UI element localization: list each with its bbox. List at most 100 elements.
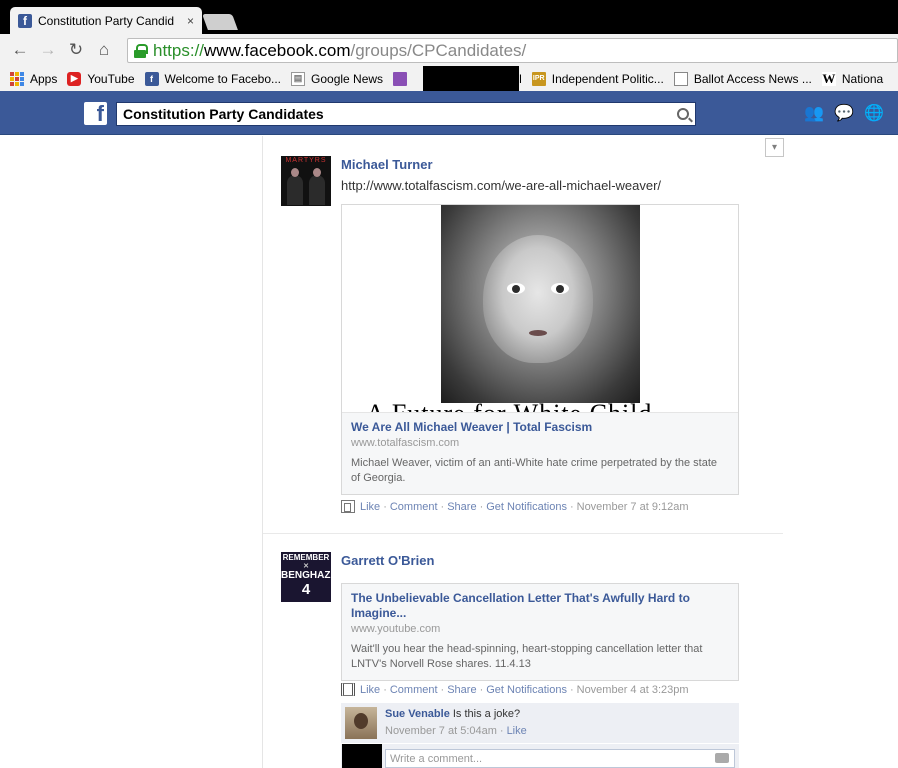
face [483, 235, 593, 363]
bookmark-mail[interactable] [393, 71, 413, 86]
bookmark-label: l [519, 71, 522, 86]
home-icon[interactable]: ⌂ [90, 36, 118, 64]
separator: · [479, 683, 484, 696]
separator: · [440, 683, 445, 696]
mail-icon [393, 71, 408, 86]
search-input[interactable]: Constitution Party Candidates [116, 102, 696, 126]
avatar-text: MARTYRS [285, 157, 327, 164]
post-divider [263, 533, 783, 534]
post-author[interactable]: Garrett O'Brien [341, 553, 434, 568]
browser-tab[interactable]: f Constitution Party Candid × [10, 7, 202, 34]
google-news-icon: ▤ [291, 71, 306, 86]
camera-icon[interactable] [715, 753, 729, 763]
avatar[interactable]: REMEMBER ✕ BENGHAZI 4 [281, 552, 331, 602]
bookmark-youtube[interactable]: ▶ YouTube [67, 71, 135, 86]
comment-timestamp[interactable]: November 7 at 5:04am [385, 725, 497, 737]
avatar-text: REMEMBER [282, 553, 330, 562]
youtube-icon: ▶ [67, 71, 82, 86]
search-icon[interactable] [677, 108, 689, 120]
bookmark-ipr[interactable]: IPR Independent Politic... [531, 71, 664, 86]
tab-strip: f Constitution Party Candid × [0, 0, 898, 34]
bookmarks-bar: Apps ▶ YouTube f Welcome to Facebo... ▤ … [0, 66, 898, 91]
comment-link[interactable]: Comment [390, 684, 438, 696]
forward-arrow-icon[interactable]: → [34, 36, 62, 64]
feed-divider-line [262, 136, 263, 768]
post-timestamp[interactable]: November 7 at 9:12am [577, 501, 689, 513]
bookmark-label: Independent Politic... [551, 71, 664, 86]
image-caption: A Future for White Child [366, 399, 652, 412]
facebook-favicon-icon: f [18, 13, 32, 28]
get-notifications-link[interactable]: Get Notifications [486, 501, 567, 513]
link-attachment[interactable]: The Unbelievable Cancellation Letter Tha… [341, 583, 739, 681]
ipr-icon: IPR [531, 71, 546, 86]
wikipedia-icon: W [821, 70, 836, 86]
browser-toolbar: ← → ↻ ⌂ https://www.facebook.com/groups/… [0, 34, 898, 66]
link-image[interactable]: A Future for White Child [342, 205, 738, 412]
link-title[interactable]: The Unbelievable Cancellation Letter Tha… [351, 591, 729, 621]
avatar [342, 744, 382, 768]
chevron-down-icon[interactable]: ▾ [765, 138, 784, 157]
like-link[interactable]: Like [360, 501, 380, 513]
url-path: /groups/CPCandidates/ [350, 40, 527, 60]
get-notifications-link[interactable]: Get Notifications [486, 684, 567, 696]
bookmark-label: Nationa [841, 71, 884, 86]
avatar[interactable]: MARTYRS [281, 156, 331, 206]
notifications-icon[interactable]: 🌐 [864, 104, 884, 122]
bookmark-apps[interactable]: Apps [10, 71, 57, 86]
notification-jewels: 👥 💬 🌐 [804, 104, 884, 122]
avatar-text: BENGHAZI [281, 570, 331, 581]
avatar-figures [285, 168, 327, 205]
tab-close-icon[interactable]: × [187, 14, 194, 28]
link-domain: www.youtube.com [351, 623, 441, 635]
comment-meta: November 7 at 5:04am · Like [385, 725, 527, 737]
facebook-header: f Constitution Party Candidates 👥 💬 🌐 [0, 91, 898, 135]
separator: · [569, 500, 574, 513]
facebook-logo-icon[interactable]: f [84, 102, 107, 125]
comment-like-link[interactable]: Like [507, 725, 527, 737]
avatar[interactable] [345, 707, 377, 739]
mouth [529, 330, 547, 336]
bookmark-redacted-tail[interactable]: l [519, 72, 522, 86]
separator: · [499, 725, 504, 737]
child-photo [441, 205, 640, 403]
bookmark-facebook[interactable]: f Welcome to Facebo... [144, 71, 282, 86]
search-value: Constitution Party Candidates [123, 106, 324, 122]
link-title[interactable]: We Are All Michael Weaver | Total Fascis… [351, 420, 729, 435]
share-link[interactable]: Share [447, 684, 476, 696]
reload-icon[interactable]: ↻ [62, 36, 90, 64]
link-attachment[interactable]: A Future for White Child We Are All Mich… [341, 204, 739, 495]
comment-link[interactable]: Comment [390, 501, 438, 513]
bookmark-ballot-access[interactable]: Ballot Access News ... [673, 71, 812, 86]
back-arrow-icon[interactable]: ← [6, 36, 34, 64]
post-author[interactable]: Michael Turner [341, 157, 433, 172]
apps-grid-icon [10, 71, 24, 86]
like-link[interactable]: Like [360, 684, 380, 696]
comment-input[interactable]: Write a comment... [385, 749, 735, 768]
friend-requests-icon[interactable]: 👥 [804, 104, 824, 122]
new-tab-button[interactable] [202, 14, 238, 30]
comment-author[interactable]: Sue Venable [385, 708, 450, 720]
post-text[interactable]: http://www.totalfascism.com/we-are-all-m… [341, 178, 661, 193]
bookmark-label: Google News [311, 71, 384, 86]
messages-icon[interactable]: 💬 [834, 104, 854, 122]
address-bar[interactable]: https://www.facebook.com/groups/CPCandid… [127, 38, 898, 63]
post-actions: Like · Comment · Share · Get Notifications ·… [341, 500, 689, 513]
separator: · [383, 683, 387, 696]
bookmark-label: Ballot Access News ... [693, 71, 812, 86]
comment-body: Sue Venable Is this a joke? [385, 708, 520, 720]
avatar-text: 4 [301, 581, 311, 598]
separator: · [440, 500, 445, 513]
share-link[interactable]: Share [447, 501, 476, 513]
bookmark-wikipedia[interactable]: W Nationa [821, 70, 884, 86]
bookmark-google-news[interactable]: ▤ Google News [291, 71, 384, 86]
link-description: Wait'll you hear the head-spinning, hear… [351, 643, 703, 670]
link-domain: www.totalfascism.com [351, 437, 460, 449]
link-info: We Are All Michael Weaver | Total Fascis… [342, 412, 738, 494]
document-icon [673, 71, 688, 86]
bookmark-label: Welcome to Facebo... [164, 71, 282, 86]
post-timestamp[interactable]: November 4 at 3:23pm [577, 684, 689, 696]
comment: Sue Venable Is this a joke? November 7 a… [341, 703, 739, 743]
comment-text: Is this a joke? [452, 708, 521, 720]
facebook-icon: f [144, 71, 159, 86]
url-scheme: https:// [153, 40, 205, 60]
